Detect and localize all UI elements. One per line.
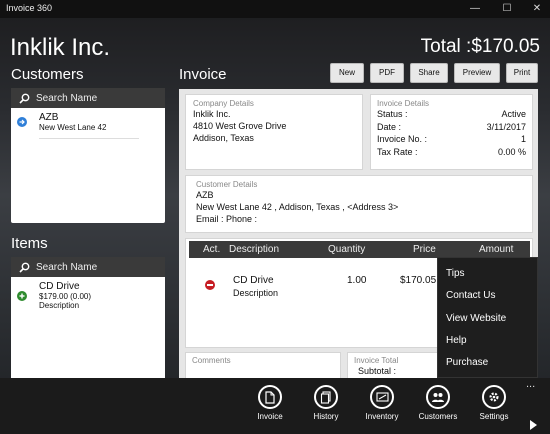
line-item-row[interactable]: CD Drive Description 1.00 $170.05 <box>189 273 437 303</box>
menu-item-contact-us[interactable]: Contact Us <box>446 290 495 301</box>
close-button[interactable]: ✕ <box>522 1 550 17</box>
col-description: Description <box>229 244 280 255</box>
customers-nav-label: Customers <box>418 412 458 421</box>
customer-search-input[interactable]: Search Name <box>11 88 165 108</box>
customer-list-item[interactable]: AZB New West Lane 42 <box>11 108 165 143</box>
more-button[interactable]: ... <box>526 378 535 390</box>
print-button[interactable]: Print <box>506 63 538 83</box>
col-quantity: Quantity <box>328 244 366 255</box>
items-heading: Items <box>11 235 48 252</box>
invoice-details-label: Invoice Details <box>377 99 430 108</box>
customer-name: AZB <box>39 112 59 123</box>
new-button[interactable]: New <box>330 63 364 83</box>
customer-details-address: New West Lane 42 , Addison, Texas , <Add… <box>196 202 399 212</box>
menu-item-help[interactable]: Help <box>446 335 467 346</box>
arrow-right-icon <box>17 117 27 127</box>
title-bar: Invoice 360 — ☐ ✕ <box>0 0 550 18</box>
item-search-input[interactable]: Search Name <box>11 257 165 277</box>
customer-search-placeholder: Search Name <box>36 92 98 104</box>
line-item-description: Description <box>233 288 279 298</box>
remove-icon[interactable] <box>205 280 215 290</box>
customer-details-label: Customer Details <box>196 180 258 189</box>
company-name: Inklik Inc. <box>193 109 231 119</box>
search-icon <box>19 262 30 273</box>
company-title: Inklik Inc. <box>10 34 111 61</box>
gear-icon <box>482 385 506 409</box>
line-items-header: Act. Description Quantity Price Amount <box>189 241 530 258</box>
context-menu: Tips Contact Us View Website Help Purcha… <box>437 257 538 378</box>
line-item-quantity: 1.00 <box>347 275 367 286</box>
customer-address: New West Lane 42 <box>39 123 107 132</box>
maximize-button[interactable]: ☐ <box>492 1 522 17</box>
invoice-number-row: Invoice No. :1 <box>377 134 526 144</box>
customers-nav-button[interactable]: Customers <box>410 385 466 421</box>
company-city: Addison, Texas <box>193 133 254 143</box>
item-list-item[interactable]: CD Drive $179.00 (0.00) Description <box>11 277 165 314</box>
history-nav-button[interactable]: History <box>298 385 354 421</box>
history-nav-label: History <box>313 412 339 421</box>
line-item-name: CD Drive <box>233 275 274 286</box>
date-row: Date :3/11/2017 <box>377 121 526 132</box>
settings-nav-button[interactable]: Settings <box>466 385 522 421</box>
menu-item-tips[interactable]: Tips <box>446 268 465 279</box>
inventory-nav-button[interactable]: Inventory <box>354 385 410 421</box>
settings-nav-label: Settings <box>479 412 509 421</box>
inventory-icon <box>370 385 394 409</box>
minimize-button[interactable]: — <box>460 1 490 17</box>
company-details-box[interactable]: Company Details Inklik Inc. 4810 West Gr… <box>185 94 363 170</box>
customer-details-box[interactable]: Customer Details AZB New West Lane 42 , … <box>185 175 533 233</box>
items-panel: Search Name CD Drive $179.00 (0.00) Desc… <box>11 257 165 381</box>
history-icon <box>314 385 338 409</box>
menu-item-purchase[interactable]: Purchase <box>446 357 488 368</box>
pdf-button[interactable]: PDF <box>370 63 404 83</box>
search-icon <box>19 93 30 104</box>
tax-rate-row: Tax Rate :0.00 % <box>377 146 526 157</box>
customers-heading: Customers <box>11 66 84 83</box>
item-description: Description <box>39 301 80 310</box>
add-icon[interactable] <box>17 291 27 301</box>
chevron-right-icon[interactable] <box>530 420 537 430</box>
comments-box[interactable]: Comments <box>185 352 341 381</box>
item-price: $179.00 (0.00) <box>39 292 92 301</box>
col-price: Price <box>413 244 436 255</box>
invoice-nav-button[interactable]: Invoice <box>242 385 298 421</box>
col-act: Act. <box>203 244 221 255</box>
people-icon <box>426 385 450 409</box>
item-search-placeholder: Search Name <box>36 261 98 273</box>
divider <box>39 138 139 139</box>
customers-panel: Search Name AZB New West Lane 42 <box>11 88 165 223</box>
status-row: Status : Active <box>377 109 526 119</box>
customer-details-contact: Email : Phone : <box>196 214 258 224</box>
menu-item-view-website[interactable]: View Website <box>446 313 506 324</box>
company-street: 4810 West Grove Drive <box>193 121 287 131</box>
comments-label: Comments <box>192 356 231 365</box>
company-details-label: Company Details <box>193 99 254 108</box>
customer-details-name: AZB <box>196 190 214 200</box>
invoice-details-box[interactable]: Invoice Details Status : Active Date :3/1… <box>370 94 533 170</box>
invoice-heading: Invoice <box>179 66 227 83</box>
share-button[interactable]: Share <box>410 63 448 83</box>
document-icon <box>258 385 282 409</box>
invoice-nav-label: Invoice <box>257 412 283 421</box>
window-title: Invoice 360 <box>6 3 53 13</box>
item-name: CD Drive <box>39 281 80 292</box>
line-item-price: $170.05 <box>400 275 437 286</box>
invoice-total-header: Total :$170.05 <box>420 36 540 57</box>
col-amount: Amount <box>479 244 514 255</box>
preview-button[interactable]: Preview <box>454 63 500 83</box>
inventory-nav-label: Inventory <box>365 412 399 421</box>
